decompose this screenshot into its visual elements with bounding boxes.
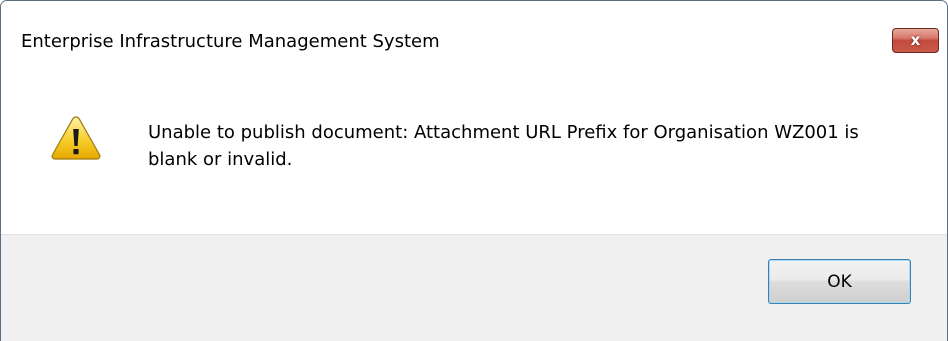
message-dialog: Enterprise Infrastructure Management Sys… [0,0,948,341]
title-bar[interactable]: Enterprise Infrastructure Management Sys… [1,1,947,58]
window-title: Enterprise Infrastructure Management Sys… [21,31,440,52]
dialog-footer: OK [1,234,947,341]
ok-button[interactable]: OK [768,259,911,304]
warning-icon [51,116,101,160]
error-message: Unable to publish document: Attachment U… [148,122,859,170]
dialog-content: Unable to publish document: Attachment U… [1,58,947,234]
close-icon: x [910,31,921,49]
close-button[interactable]: x [892,28,939,53]
